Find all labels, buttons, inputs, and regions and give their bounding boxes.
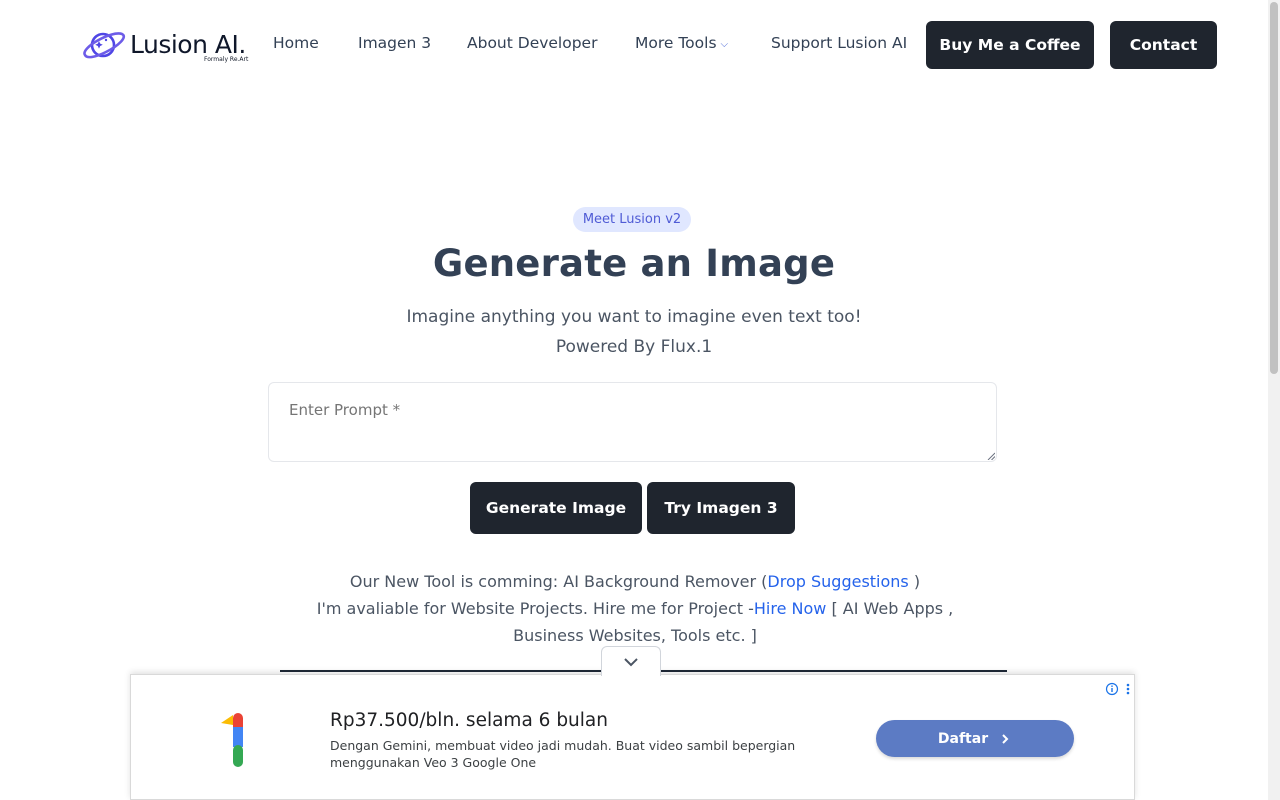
drop-suggestions-link[interactable]: Drop Suggestions [767,572,908,591]
planet-logo-icon [83,32,126,59]
nav-more-tools[interactable]: More Tools ⌵ [635,34,728,52]
ad-body: Dengan Gemini, membuat video jadi mudah.… [330,738,796,770]
chevron-down-icon [624,657,638,666]
ad-info-icon[interactable] [1104,681,1134,697]
anchor-ad: Rp37.500/bln. selama 6 bulan Dengan Gemi… [130,646,1135,800]
nav-about-developer[interactable]: About Developer [467,34,597,52]
nav-home[interactable]: Home [273,34,319,52]
new-tool-text-end: ) [908,572,921,591]
version-badge: Meet Lusion v2 [573,207,691,232]
new-tool-notice: Our New Tool is comming: AI Background R… [280,568,990,595]
buy-coffee-button[interactable]: Buy Me a Coffee [926,21,1094,69]
ad-headline[interactable]: Rp37.500/bln. selama 6 bulan [330,710,608,731]
hire-notice: I'm avaliable for Website Projects. Hire… [280,595,990,649]
new-tool-text: Our New Tool is comming: AI Background R… [349,572,768,591]
chevron-down-icon: ⌵ [720,39,729,50]
page-scrollbar[interactable] [1268,0,1280,800]
site-header: Lusion AI. Formaly Re.Art Home Imagen 3 … [0,0,1268,90]
ad-container[interactable]: Rp37.500/bln. selama 6 bulan Dengan Gemi… [130,674,1135,800]
ad-signup-label: Daftar [937,730,989,747]
page-title: Generate an Image [432,242,836,285]
nav-imagen-3[interactable]: Imagen 3 [358,34,431,52]
generate-image-button[interactable]: Generate Image [470,482,642,534]
hire-text: I'm avaliable for Website Projects. Hire… [316,599,754,618]
logo-text: Lusion AI. [130,30,246,59]
hero-subtitle: Imagine anything you want to imagine eve… [406,307,862,327]
try-imagen-button[interactable]: Try Imagen 3 [647,482,795,534]
ad-collapse-tab[interactable] [601,646,661,676]
powered-by-text: Powered By Flux.1 [555,337,713,357]
contact-button[interactable]: Contact [1110,21,1217,69]
nav-more-tools-label: More Tools [635,34,717,52]
logo-subtitle: Formaly Re.Art [204,56,249,63]
ad-signup-button[interactable]: Daftar [876,720,1074,757]
scrollbar-thumb[interactable] [1270,2,1278,374]
prompt-input[interactable] [268,382,997,462]
nav-support[interactable]: Support Lusion AI [771,34,907,52]
chevron-right-icon [1002,733,1009,744]
resize-handle-icon[interactable] [987,452,995,460]
hire-now-link[interactable]: Hire Now [754,599,826,618]
google-one-logo-icon [221,713,243,767]
logo[interactable]: Lusion AI. Formaly Re.Art [82,28,257,66]
